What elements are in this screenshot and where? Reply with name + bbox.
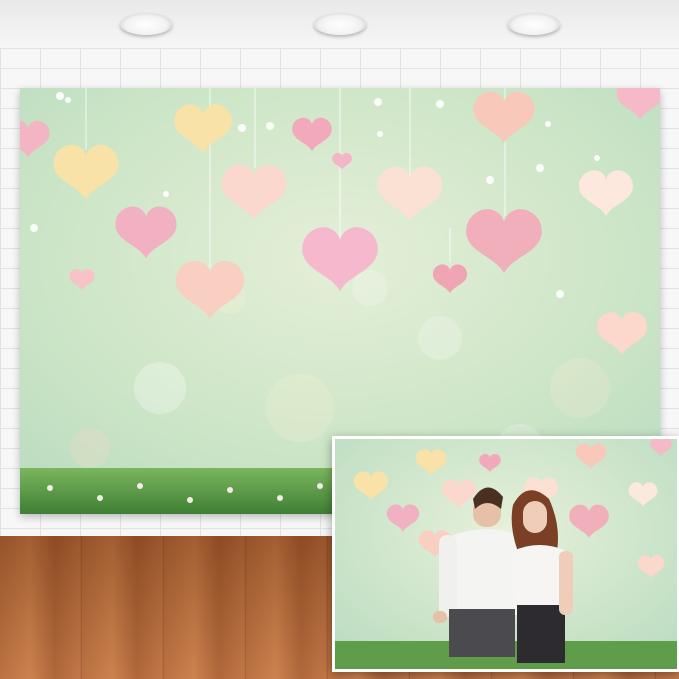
ceiling	[0, 0, 679, 48]
ceiling-light-icon	[508, 13, 560, 35]
inset-artwork	[335, 439, 677, 669]
example-photo-inset	[332, 436, 679, 672]
photo-scene	[0, 0, 679, 679]
ceiling-light-icon	[120, 13, 172, 35]
ceiling-light-icon	[314, 13, 366, 35]
